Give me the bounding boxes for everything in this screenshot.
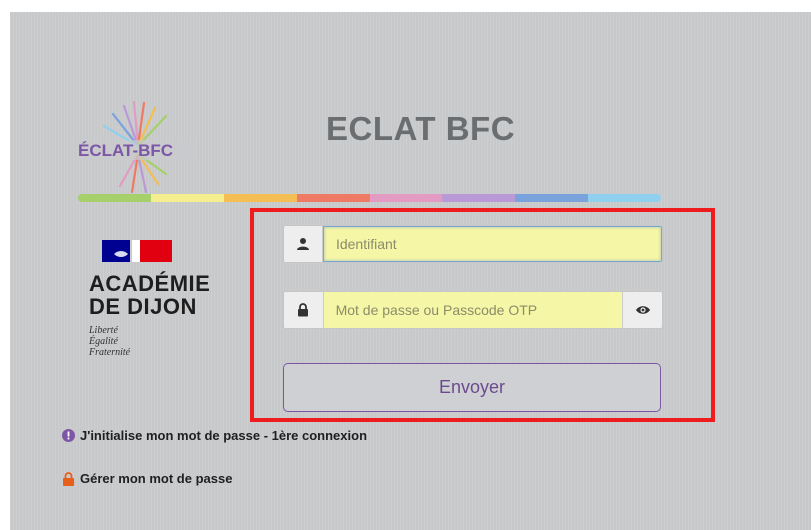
eye-icon xyxy=(635,306,650,314)
color-segment xyxy=(588,194,661,202)
page-title: ECLAT BFC xyxy=(326,110,516,147)
motto-liberte: Liberté xyxy=(89,325,118,336)
color-segment xyxy=(150,194,224,202)
color-segment xyxy=(296,194,370,202)
marianne-flag-icon xyxy=(102,240,172,262)
motto-fraternite: Fraternité xyxy=(89,347,131,358)
info-icon xyxy=(62,429,75,442)
show-password-button[interactable] xyxy=(622,292,662,328)
color-segment xyxy=(515,194,589,202)
password-input[interactable] xyxy=(323,292,623,328)
eclat-bfc-logo: ÉCLAT-BFC xyxy=(76,100,196,194)
color-segment xyxy=(223,194,297,202)
password-field-group xyxy=(283,291,663,329)
manage-password-label: Gérer mon mot de passe xyxy=(80,471,233,486)
color-segment xyxy=(78,194,151,202)
username-input[interactable] xyxy=(322,226,662,262)
user-icon xyxy=(284,226,323,262)
color-segment xyxy=(442,194,516,202)
motto-egalite: Égalité xyxy=(89,336,118,347)
svg-text:ÉCLAT-BFC: ÉCLAT-BFC xyxy=(78,141,173,160)
manage-password-link[interactable]: Gérer mon mot de passe xyxy=(62,471,232,486)
submit-button[interactable]: Envoyer xyxy=(283,363,661,412)
init-password-link[interactable]: J'initialise mon mot de passe - 1ère con… xyxy=(62,428,367,443)
academie-name-line2: DE DIJON xyxy=(89,294,197,319)
lock-icon xyxy=(62,471,75,486)
color-stripe xyxy=(78,194,661,202)
init-password-label: J'initialise mon mot de passe - 1ère con… xyxy=(80,428,368,443)
username-field-group xyxy=(283,225,663,263)
lock-icon xyxy=(284,292,324,328)
color-segment xyxy=(369,194,443,202)
